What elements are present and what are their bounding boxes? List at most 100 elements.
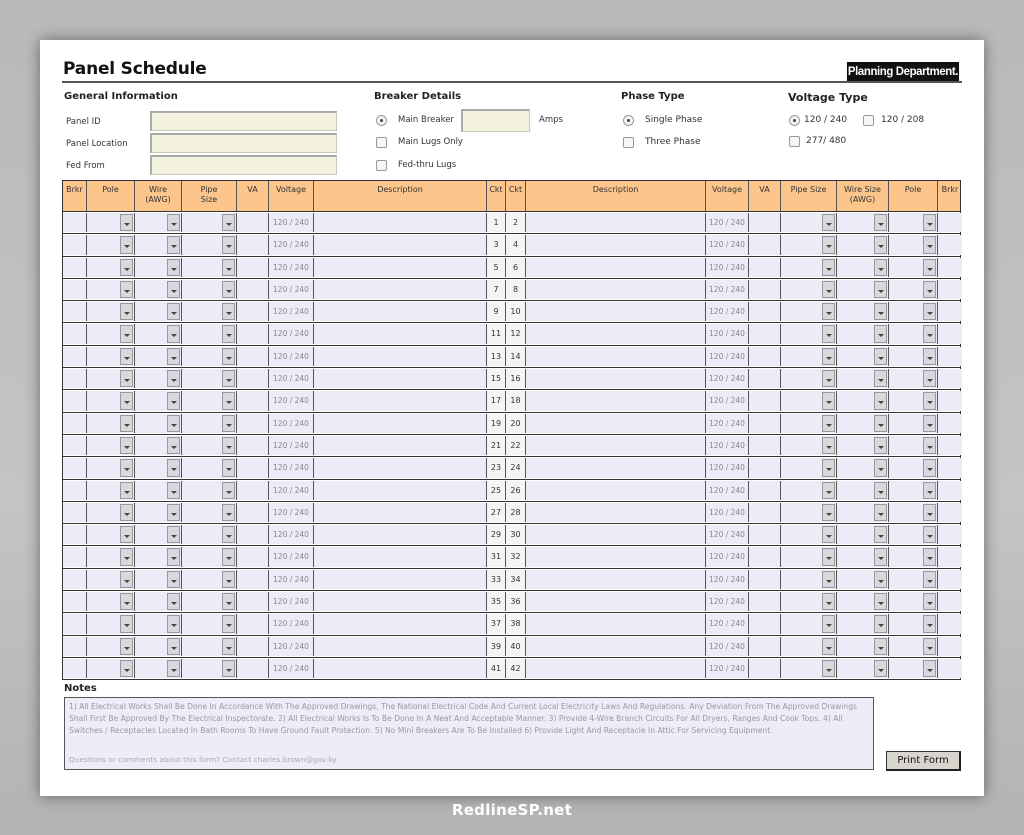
va-right-cell[interactable] (749, 435, 781, 456)
va-left-cell[interactable] (237, 257, 269, 277)
chevron-down-icon[interactable] (874, 548, 887, 566)
brkr-right-cell[interactable] (938, 324, 962, 344)
pipe-size-right-select[interactable] (781, 413, 837, 433)
voltage-left-cell[interactable]: 120 / 240 (269, 525, 314, 545)
voltage-right-cell[interactable]: 120 / 240 (706, 502, 749, 523)
chevron-down-icon[interactable] (120, 659, 133, 678)
wire-size-awg-right-select[interactable] (837, 413, 889, 433)
chevron-down-icon[interactable] (167, 392, 180, 410)
pipe-size-left-select[interactable] (182, 592, 237, 612)
pole-right-select[interactable] (889, 302, 938, 322)
chevron-down-icon[interactable] (874, 593, 887, 611)
pole-right-select[interactable] (889, 235, 938, 255)
brkr-right-cell[interactable] (938, 458, 962, 478)
va-left-cell[interactable] (237, 324, 269, 344)
brkr-right-cell[interactable] (938, 346, 962, 367)
brkr-right-cell[interactable] (938, 213, 962, 233)
pole-right-select[interactable] (889, 614, 938, 634)
chevron-down-icon[interactable] (822, 637, 835, 655)
chevron-down-icon[interactable] (222, 615, 235, 633)
pole-right-select[interactable] (889, 480, 938, 500)
description-left-cell[interactable] (314, 369, 487, 389)
chevron-down-icon[interactable] (167, 436, 180, 455)
wire-size-awg-right-select[interactable] (837, 369, 889, 389)
description-left-cell[interactable] (314, 257, 487, 277)
chevron-down-icon[interactable] (167, 370, 180, 388)
voltage-right-cell[interactable]: 120 / 240 (706, 257, 749, 277)
va-left-cell[interactable] (237, 391, 269, 411)
va-right-cell[interactable] (749, 235, 781, 255)
chevron-down-icon[interactable] (923, 593, 936, 611)
brkr-left-cell[interactable] (63, 658, 87, 679)
brkr-left-cell[interactable] (63, 636, 87, 656)
chevron-down-icon[interactable] (167, 481, 180, 499)
chevron-down-icon[interactable] (120, 236, 133, 254)
chevron-down-icon[interactable] (822, 258, 835, 276)
chevron-down-icon[interactable] (167, 615, 180, 633)
va-right-cell[interactable] (749, 369, 781, 389)
voltage-277-480-checkbox[interactable] (789, 136, 800, 147)
voltage-right-cell[interactable]: 120 / 240 (706, 435, 749, 456)
panel-id-field[interactable] (150, 111, 337, 131)
pipe-size-right-select[interactable] (781, 369, 837, 389)
voltage-left-cell[interactable]: 120 / 240 (269, 480, 314, 500)
chevron-down-icon[interactable] (923, 280, 936, 299)
description-left-cell[interactable] (314, 279, 487, 300)
chevron-down-icon[interactable] (874, 258, 887, 276)
pole-left-select[interactable] (87, 257, 135, 277)
pipe-size-right-select[interactable] (781, 547, 837, 567)
fed-thru-lugs-checkbox[interactable] (376, 160, 387, 171)
va-right-cell[interactable] (749, 458, 781, 478)
description-right-cell[interactable] (526, 547, 706, 567)
pole-left-select[interactable] (87, 213, 135, 233)
pipe-size-right-select[interactable] (781, 525, 837, 545)
chevron-down-icon[interactable] (822, 370, 835, 388)
wire-awg-left-select[interactable] (135, 658, 182, 679)
pipe-size-right-select[interactable] (781, 213, 837, 233)
brkr-left-cell[interactable] (63, 346, 87, 367)
pole-right-select[interactable] (889, 413, 938, 433)
chevron-down-icon[interactable] (120, 280, 133, 299)
description-right-cell[interactable] (526, 346, 706, 367)
chevron-down-icon[interactable] (120, 548, 133, 566)
wire-awg-left-select[interactable] (135, 302, 182, 322)
chevron-down-icon[interactable] (874, 436, 887, 455)
chevron-down-icon[interactable] (167, 570, 180, 589)
va-left-cell[interactable] (237, 235, 269, 255)
wire-size-awg-right-select[interactable] (837, 658, 889, 679)
description-left-cell[interactable] (314, 391, 487, 411)
pipe-size-left-select[interactable] (182, 346, 237, 367)
chevron-down-icon[interactable] (120, 303, 133, 321)
chevron-down-icon[interactable] (222, 347, 235, 366)
va-right-cell[interactable] (749, 636, 781, 656)
wire-size-awg-right-select[interactable] (837, 525, 889, 545)
brkr-left-cell[interactable] (63, 435, 87, 456)
wire-size-awg-right-select[interactable] (837, 569, 889, 590)
va-left-cell[interactable] (237, 346, 269, 367)
pole-left-select[interactable] (87, 636, 135, 656)
voltage-right-cell[interactable]: 120 / 240 (706, 658, 749, 679)
va-left-cell[interactable] (237, 658, 269, 679)
brkr-left-cell[interactable] (63, 547, 87, 567)
chevron-down-icon[interactable] (167, 258, 180, 276)
pipe-size-right-select[interactable] (781, 435, 837, 456)
brkr-left-cell[interactable] (63, 369, 87, 389)
description-left-cell[interactable] (314, 235, 487, 255)
chevron-down-icon[interactable] (120, 459, 133, 477)
brkr-left-cell[interactable] (63, 213, 87, 233)
voltage-left-cell[interactable]: 120 / 240 (269, 658, 314, 679)
chevron-down-icon[interactable] (923, 481, 936, 499)
chevron-down-icon[interactable] (167, 325, 180, 343)
va-left-cell[interactable] (237, 525, 269, 545)
chevron-down-icon[interactable] (822, 593, 835, 611)
description-left-cell[interactable] (314, 525, 487, 545)
chevron-down-icon[interactable] (222, 370, 235, 388)
chevron-down-icon[interactable] (874, 503, 887, 522)
chevron-down-icon[interactable] (874, 347, 887, 366)
voltage-120-240-radio[interactable] (789, 115, 800, 126)
description-left-cell[interactable] (314, 569, 487, 590)
chevron-down-icon[interactable] (167, 236, 180, 254)
chevron-down-icon[interactable] (923, 637, 936, 655)
voltage-left-cell[interactable]: 120 / 240 (269, 413, 314, 433)
pole-right-select[interactable] (889, 547, 938, 567)
